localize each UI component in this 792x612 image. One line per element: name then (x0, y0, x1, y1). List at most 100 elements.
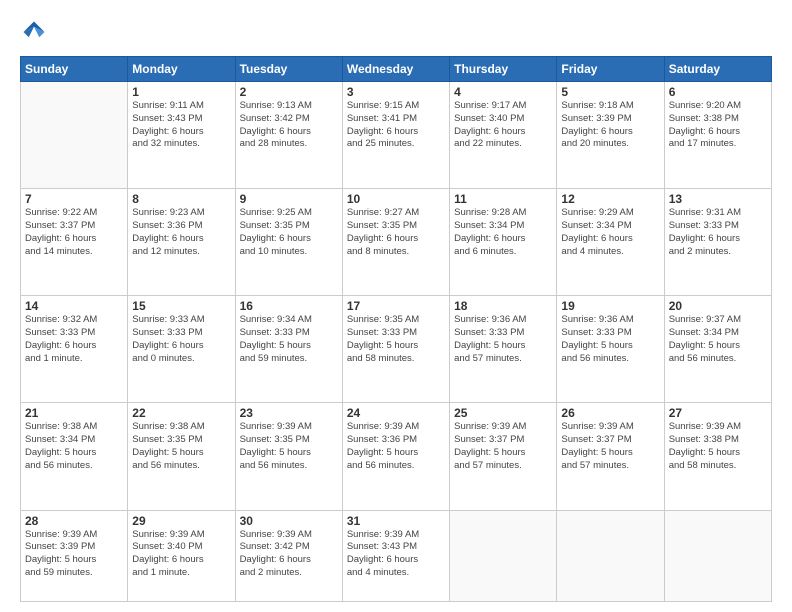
day-number: 23 (240, 406, 338, 420)
calendar-week-row: 28Sunrise: 9:39 AM Sunset: 3:39 PM Dayli… (21, 510, 772, 601)
day-info: Sunrise: 9:39 AM Sunset: 3:36 PM Dayligh… (347, 421, 445, 472)
day-number: 10 (347, 192, 445, 206)
day-info: Sunrise: 9:38 AM Sunset: 3:34 PM Dayligh… (25, 421, 123, 472)
day-number: 1 (132, 85, 230, 99)
calendar-day-7: 7Sunrise: 9:22 AM Sunset: 3:37 PM Daylig… (21, 189, 128, 296)
day-number: 26 (561, 406, 659, 420)
col-header-saturday: Saturday (664, 57, 771, 82)
calendar-day-21: 21Sunrise: 9:38 AM Sunset: 3:34 PM Dayli… (21, 403, 128, 510)
day-info: Sunrise: 9:36 AM Sunset: 3:33 PM Dayligh… (561, 314, 659, 365)
day-info: Sunrise: 9:33 AM Sunset: 3:33 PM Dayligh… (132, 314, 230, 365)
col-header-thursday: Thursday (450, 57, 557, 82)
calendar-day-1: 1Sunrise: 9:11 AM Sunset: 3:43 PM Daylig… (128, 82, 235, 189)
day-number: 16 (240, 299, 338, 313)
calendar-empty-cell (21, 82, 128, 189)
day-number: 12 (561, 192, 659, 206)
day-number: 31 (347, 514, 445, 528)
page: SundayMondayTuesdayWednesdayThursdayFrid… (0, 0, 792, 612)
day-number: 22 (132, 406, 230, 420)
day-number: 8 (132, 192, 230, 206)
day-info: Sunrise: 9:39 AM Sunset: 3:37 PM Dayligh… (454, 421, 552, 472)
calendar-day-22: 22Sunrise: 9:38 AM Sunset: 3:35 PM Dayli… (128, 403, 235, 510)
day-info: Sunrise: 9:25 AM Sunset: 3:35 PM Dayligh… (240, 207, 338, 258)
calendar-empty-cell (664, 510, 771, 601)
day-info: Sunrise: 9:39 AM Sunset: 3:35 PM Dayligh… (240, 421, 338, 472)
calendar-day-15: 15Sunrise: 9:33 AM Sunset: 3:33 PM Dayli… (128, 296, 235, 403)
calendar-day-27: 27Sunrise: 9:39 AM Sunset: 3:38 PM Dayli… (664, 403, 771, 510)
calendar-day-23: 23Sunrise: 9:39 AM Sunset: 3:35 PM Dayli… (235, 403, 342, 510)
calendar-day-5: 5Sunrise: 9:18 AM Sunset: 3:39 PM Daylig… (557, 82, 664, 189)
day-info: Sunrise: 9:31 AM Sunset: 3:33 PM Dayligh… (669, 207, 767, 258)
calendar-week-row: 1Sunrise: 9:11 AM Sunset: 3:43 PM Daylig… (21, 82, 772, 189)
col-header-monday: Monday (128, 57, 235, 82)
day-number: 20 (669, 299, 767, 313)
calendar-week-row: 14Sunrise: 9:32 AM Sunset: 3:33 PM Dayli… (21, 296, 772, 403)
day-number: 5 (561, 85, 659, 99)
day-info: Sunrise: 9:29 AM Sunset: 3:34 PM Dayligh… (561, 207, 659, 258)
day-number: 25 (454, 406, 552, 420)
calendar-day-24: 24Sunrise: 9:39 AM Sunset: 3:36 PM Dayli… (342, 403, 449, 510)
day-number: 2 (240, 85, 338, 99)
day-number: 29 (132, 514, 230, 528)
calendar-day-2: 2Sunrise: 9:13 AM Sunset: 3:42 PM Daylig… (235, 82, 342, 189)
calendar-day-31: 31Sunrise: 9:39 AM Sunset: 3:43 PM Dayli… (342, 510, 449, 601)
day-number: 24 (347, 406, 445, 420)
day-info: Sunrise: 9:17 AM Sunset: 3:40 PM Dayligh… (454, 100, 552, 151)
calendar-day-25: 25Sunrise: 9:39 AM Sunset: 3:37 PM Dayli… (450, 403, 557, 510)
calendar-day-4: 4Sunrise: 9:17 AM Sunset: 3:40 PM Daylig… (450, 82, 557, 189)
day-number: 14 (25, 299, 123, 313)
day-info: Sunrise: 9:39 AM Sunset: 3:43 PM Dayligh… (347, 529, 445, 580)
col-header-sunday: Sunday (21, 57, 128, 82)
day-info: Sunrise: 9:18 AM Sunset: 3:39 PM Dayligh… (561, 100, 659, 151)
day-number: 15 (132, 299, 230, 313)
day-info: Sunrise: 9:39 AM Sunset: 3:42 PM Dayligh… (240, 529, 338, 580)
day-number: 17 (347, 299, 445, 313)
day-number: 19 (561, 299, 659, 313)
day-info: Sunrise: 9:34 AM Sunset: 3:33 PM Dayligh… (240, 314, 338, 365)
calendar-day-28: 28Sunrise: 9:39 AM Sunset: 3:39 PM Dayli… (21, 510, 128, 601)
calendar-day-19: 19Sunrise: 9:36 AM Sunset: 3:33 PM Dayli… (557, 296, 664, 403)
day-number: 3 (347, 85, 445, 99)
day-number: 6 (669, 85, 767, 99)
day-number: 7 (25, 192, 123, 206)
calendar-day-8: 8Sunrise: 9:23 AM Sunset: 3:36 PM Daylig… (128, 189, 235, 296)
calendar-day-16: 16Sunrise: 9:34 AM Sunset: 3:33 PM Dayli… (235, 296, 342, 403)
calendar-week-row: 21Sunrise: 9:38 AM Sunset: 3:34 PM Dayli… (21, 403, 772, 510)
day-info: Sunrise: 9:39 AM Sunset: 3:39 PM Dayligh… (25, 529, 123, 580)
header (20, 18, 772, 46)
day-info: Sunrise: 9:11 AM Sunset: 3:43 PM Dayligh… (132, 100, 230, 151)
logo (20, 18, 52, 46)
day-number: 30 (240, 514, 338, 528)
calendar-empty-cell (450, 510, 557, 601)
calendar-header-row: SundayMondayTuesdayWednesdayThursdayFrid… (21, 57, 772, 82)
calendar-day-11: 11Sunrise: 9:28 AM Sunset: 3:34 PM Dayli… (450, 189, 557, 296)
day-info: Sunrise: 9:23 AM Sunset: 3:36 PM Dayligh… (132, 207, 230, 258)
calendar-day-30: 30Sunrise: 9:39 AM Sunset: 3:42 PM Dayli… (235, 510, 342, 601)
calendar-day-29: 29Sunrise: 9:39 AM Sunset: 3:40 PM Dayli… (128, 510, 235, 601)
calendar-table: SundayMondayTuesdayWednesdayThursdayFrid… (20, 56, 772, 602)
day-info: Sunrise: 9:27 AM Sunset: 3:35 PM Dayligh… (347, 207, 445, 258)
calendar-day-12: 12Sunrise: 9:29 AM Sunset: 3:34 PM Dayli… (557, 189, 664, 296)
day-number: 27 (669, 406, 767, 420)
day-info: Sunrise: 9:28 AM Sunset: 3:34 PM Dayligh… (454, 207, 552, 258)
day-info: Sunrise: 9:22 AM Sunset: 3:37 PM Dayligh… (25, 207, 123, 258)
calendar-day-14: 14Sunrise: 9:32 AM Sunset: 3:33 PM Dayli… (21, 296, 128, 403)
logo-icon (20, 18, 48, 46)
day-info: Sunrise: 9:38 AM Sunset: 3:35 PM Dayligh… (132, 421, 230, 472)
day-number: 21 (25, 406, 123, 420)
calendar-day-6: 6Sunrise: 9:20 AM Sunset: 3:38 PM Daylig… (664, 82, 771, 189)
day-info: Sunrise: 9:13 AM Sunset: 3:42 PM Dayligh… (240, 100, 338, 151)
day-info: Sunrise: 9:39 AM Sunset: 3:38 PM Dayligh… (669, 421, 767, 472)
day-number: 4 (454, 85, 552, 99)
day-number: 18 (454, 299, 552, 313)
calendar-day-9: 9Sunrise: 9:25 AM Sunset: 3:35 PM Daylig… (235, 189, 342, 296)
day-info: Sunrise: 9:39 AM Sunset: 3:40 PM Dayligh… (132, 529, 230, 580)
calendar-week-row: 7Sunrise: 9:22 AM Sunset: 3:37 PM Daylig… (21, 189, 772, 296)
col-header-friday: Friday (557, 57, 664, 82)
day-number: 9 (240, 192, 338, 206)
day-info: Sunrise: 9:15 AM Sunset: 3:41 PM Dayligh… (347, 100, 445, 151)
calendar-day-18: 18Sunrise: 9:36 AM Sunset: 3:33 PM Dayli… (450, 296, 557, 403)
calendar-day-3: 3Sunrise: 9:15 AM Sunset: 3:41 PM Daylig… (342, 82, 449, 189)
calendar-day-10: 10Sunrise: 9:27 AM Sunset: 3:35 PM Dayli… (342, 189, 449, 296)
calendar-day-13: 13Sunrise: 9:31 AM Sunset: 3:33 PM Dayli… (664, 189, 771, 296)
